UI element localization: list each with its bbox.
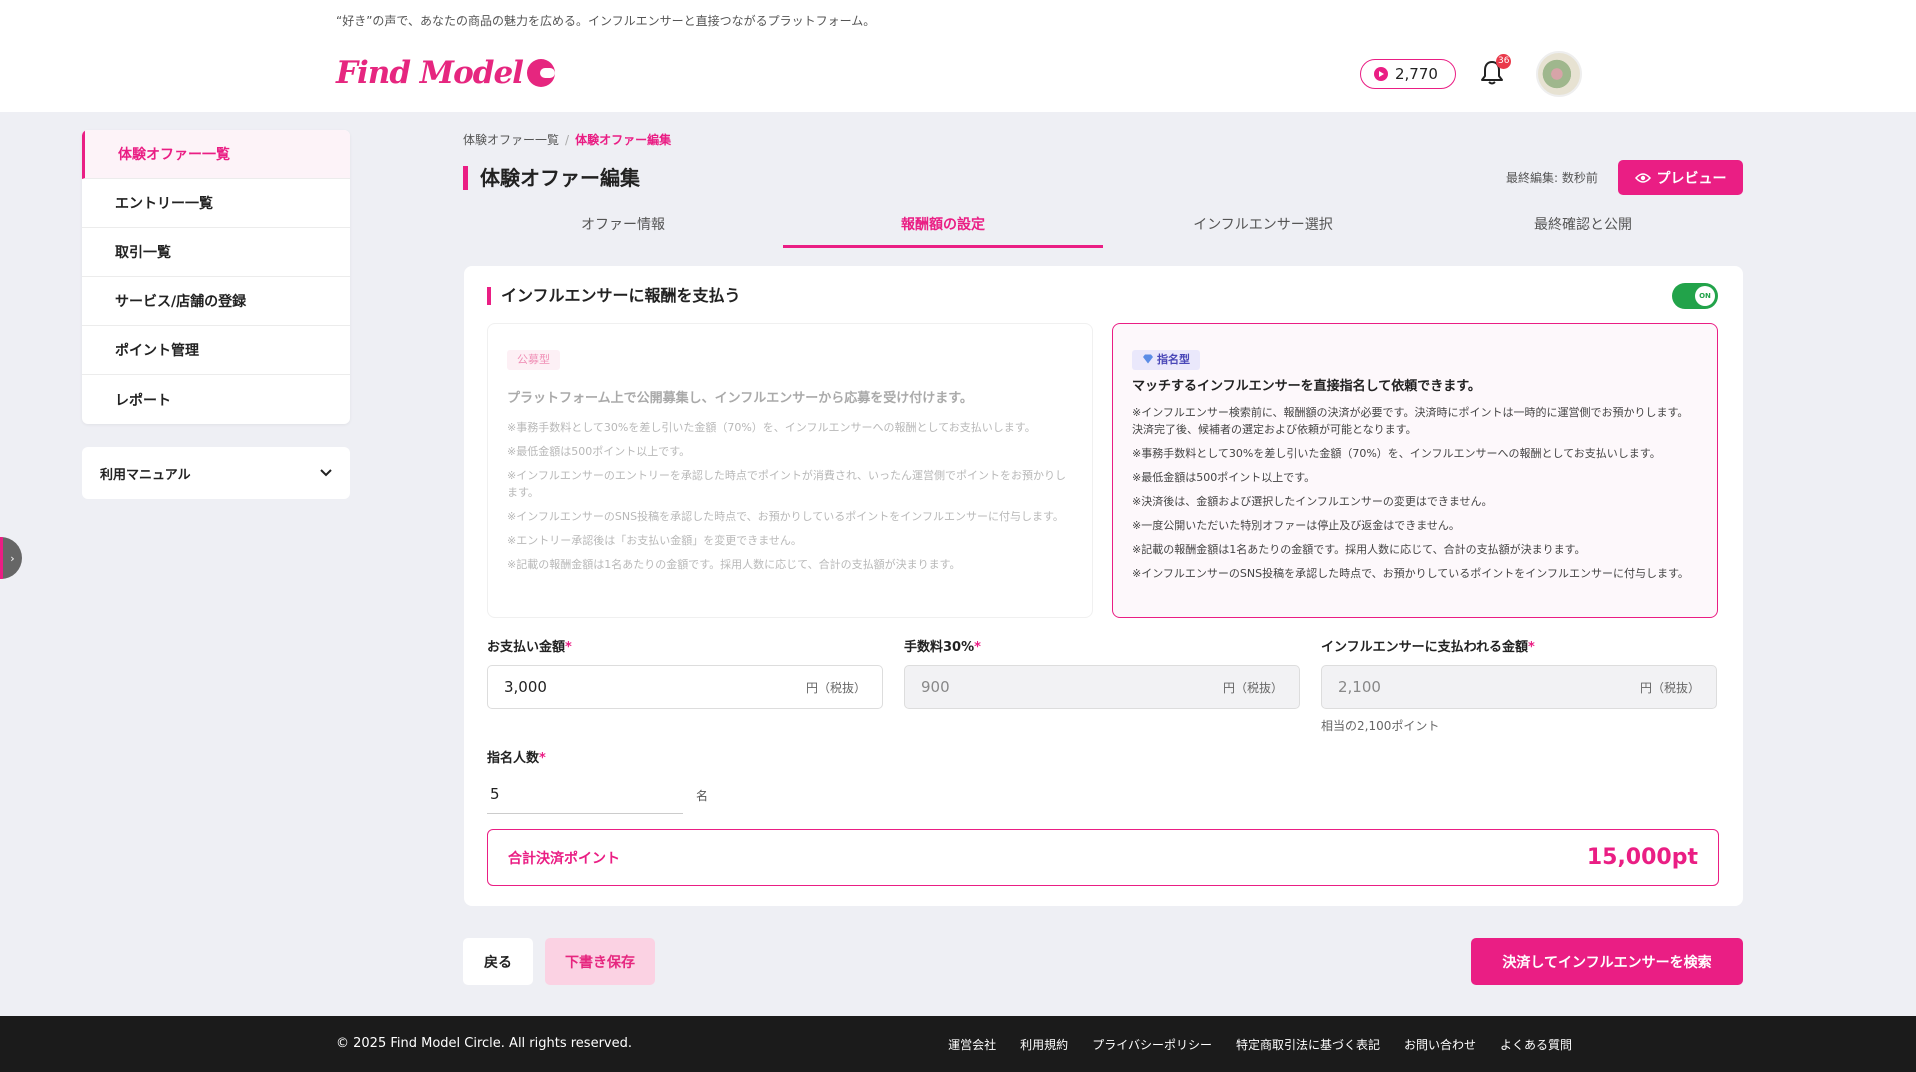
- section-title: インフルエンサーに報酬を支払う: [487, 287, 741, 305]
- header: “好き”の声で、あなたの商品の魅力を広める。インフルエンサーと直接つながるプラッ…: [0, 0, 1916, 112]
- option-public[interactable]: 公募型 プラットフォーム上で公開募集し、インフルエンサーから応募を受け付けます。…: [487, 323, 1093, 618]
- footer-links: 運営会社 利用規約 プライバシーポリシー 特定商取引法に基づく表記 お問い合わせ…: [948, 1036, 1572, 1053]
- manual-dropdown[interactable]: 利用マニュアル: [82, 447, 350, 499]
- logo-text: Find Model: [336, 55, 524, 91]
- note: ※事務手数料として30%を差し引いた金額（70%）を、インフルエンサーへの報酬と…: [1132, 447, 1661, 460]
- note: ※インフルエンサー検索前に、報酬額の決済が必要です。決済時にポイントは一時的に運…: [1132, 406, 1689, 436]
- option-public-heading: プラットフォーム上で公開募集し、インフルエンサーから応募を受け付けます。: [507, 391, 973, 406]
- option-named-notes: ※インフルエンサー検索前に、報酬額の決済が必要です。決済時にポイントは一時的に運…: [1132, 404, 1698, 589]
- preview-button[interactable]: プレビュー: [1618, 160, 1743, 195]
- count-label: 指名人数*: [487, 751, 546, 766]
- influencer-amount-value: 2,100: [1338, 678, 1381, 696]
- reward-toggle[interactable]: ON: [1672, 283, 1718, 309]
- note: ※最低金額は500ポイント以上です。: [507, 445, 691, 458]
- sidebar-toggle-handle[interactable]: ›: [0, 537, 22, 579]
- note: ※記載の報酬金額は1名あたりの金額です。採用人数に応じて、合計の支払額が決まりま…: [1132, 543, 1586, 556]
- tab-offer-info[interactable]: オファー情報: [463, 212, 783, 248]
- sidebar-item-transactions[interactable]: 取引一覧: [82, 228, 350, 277]
- option-named-heading: マッチするインフルエンサーを直接指名して依頼できます。: [1132, 379, 1481, 394]
- total-points-box: 合計決済ポイント 15,000pt: [487, 829, 1719, 886]
- breadcrumb-separator: /: [565, 133, 570, 147]
- count-input[interactable]: 5: [487, 776, 683, 814]
- fee-value: 900: [921, 678, 950, 696]
- breadcrumb-parent[interactable]: 体験オファー一覧: [463, 133, 559, 147]
- tagline: “好き”の声で、あなたの商品の魅力を広める。インフルエンサーと直接つながるプラッ…: [336, 14, 876, 28]
- payment-value: 3,000: [504, 678, 547, 696]
- payment-unit: 円（税抜）: [805, 680, 866, 695]
- breadcrumb: 体験オファー一覧 / 体験オファー編集: [463, 131, 671, 148]
- last-edited: 最終編集: 数秒前: [1506, 171, 1598, 185]
- footer-link-commerce-law[interactable]: 特定商取引法に基づく表記: [1236, 1036, 1380, 1053]
- eye-icon: [1634, 172, 1651, 183]
- chevron-right-icon: ›: [10, 551, 15, 565]
- tab-final-confirmation[interactable]: 最終確認と公開: [1423, 212, 1743, 248]
- tab-reward-settings[interactable]: 報酬額の設定: [783, 212, 1103, 248]
- point-coin-icon: [1374, 67, 1388, 81]
- sidebar-item-reports[interactable]: レポート: [82, 375, 350, 424]
- fee-unit: 円（税抜）: [1222, 680, 1283, 695]
- note: ※インフルエンサーのSNS投稿を承認した時点で、お預かりしているポイントをインフ…: [507, 510, 1064, 523]
- chevron-down-icon: [320, 469, 332, 477]
- sidebar-item-points[interactable]: ポイント管理: [82, 326, 350, 375]
- note: ※インフルエンサーのエントリーを承認した時点でポイントが消費され、いったん運営側…: [507, 469, 1066, 499]
- fee-label: 手数料30%*: [904, 640, 981, 655]
- footer-link-faq[interactable]: よくある質問: [1500, 1036, 1572, 1053]
- payment-label: お支払い金額*: [487, 640, 572, 655]
- sidebar-menu: 体験オファー一覧 エントリー一覧 取引一覧 サービス/店舗の登録 ポイント管理 …: [82, 130, 350, 424]
- step-tabs: オファー情報 報酬額の設定 インフルエンサー選択 最終確認と公開: [463, 212, 1743, 248]
- logo[interactable]: Find Model: [336, 55, 555, 91]
- influencer-amount-input: 2,100 円（税抜）: [1321, 665, 1717, 709]
- badge-public: 公募型: [507, 350, 560, 370]
- copyright: © 2025 Find Model Circle. All rights res…: [336, 1036, 632, 1051]
- footer-link-terms[interactable]: 利用規約: [1020, 1036, 1068, 1053]
- back-button[interactable]: 戻る: [463, 938, 533, 985]
- sidebar-item-entries[interactable]: エントリー一覧: [82, 179, 350, 228]
- pay-and-search-button[interactable]: 決済してインフルエンサーを検索: [1471, 938, 1743, 985]
- note: ※決済後は、金額および選択したインフルエンサーの変更はできません。: [1132, 495, 1493, 508]
- breadcrumb-current: 体験オファー編集: [575, 133, 672, 147]
- points-value: 2,770: [1395, 65, 1438, 83]
- sidebar-item-service-registration[interactable]: サービス/店舗の登録: [82, 277, 350, 326]
- notification-badge: 36: [1496, 54, 1512, 69]
- badge-named: 指名型: [1132, 350, 1200, 370]
- preview-label: プレビュー: [1656, 170, 1727, 187]
- option-public-notes: ※事務手数料として30%を差し引いた金額（70%）を、インフルエンサーへの報酬と…: [507, 419, 1073, 580]
- fee-input: 900 円（税抜）: [904, 665, 1300, 709]
- manual-label: 利用マニュアル: [100, 467, 191, 483]
- note: ※記載の報酬金額は1名あたりの金額です。採用人数に応じて、合計の支払額が決まりま…: [507, 558, 961, 571]
- influencer-amount-unit: 円（税抜）: [1639, 680, 1700, 695]
- total-label: 合計決済ポイント: [508, 850, 620, 867]
- influencer-amount-label: インフルエンサーに支払われる金額*: [1321, 640, 1535, 655]
- points-equivalent-hint: 相当の2,100ポイント: [1321, 719, 1440, 733]
- logo-mark-icon: [526, 59, 555, 87]
- badge-named-label: 指名型: [1157, 353, 1190, 366]
- footer-link-privacy[interactable]: プライバシーポリシー: [1092, 1036, 1212, 1053]
- avatar[interactable]: [1536, 51, 1582, 97]
- option-named[interactable]: 指名型 マッチするインフルエンサーを直接指名して依頼できます。 ※インフルエンサ…: [1112, 323, 1718, 618]
- payment-input[interactable]: 3,000 円（税抜）: [487, 665, 883, 709]
- note: ※最低金額は500ポイント以上です。: [1132, 471, 1316, 484]
- total-value: 15,000pt: [1586, 845, 1698, 870]
- tab-influencer-selection[interactable]: インフルエンサー選択: [1103, 212, 1423, 248]
- note: ※インフルエンサーのSNS投稿を承認した時点で、お預かりしているポイントをインフ…: [1132, 567, 1689, 580]
- save-draft-button[interactable]: 下書き保存: [545, 938, 655, 985]
- points-balance[interactable]: 2,770: [1360, 59, 1456, 89]
- footer-link-company[interactable]: 運営会社: [948, 1036, 996, 1053]
- note: ※事務手数料として30%を差し引いた金額（70%）を、インフルエンサーへの報酬と…: [507, 421, 1036, 434]
- diamond-icon: [1143, 354, 1153, 364]
- footer: © 2025 Find Model Circle. All rights res…: [0, 1016, 1916, 1072]
- page-title: 体験オファー編集: [463, 166, 640, 190]
- reward-card: インフルエンサーに報酬を支払う ON 公募型 プラットフォーム上で公開募集し、イ…: [464, 266, 1743, 906]
- count-unit: 名: [696, 789, 709, 803]
- footer-link-contact[interactable]: お問い合わせ: [1404, 1036, 1476, 1053]
- toggle-knob: ON: [1695, 286, 1715, 306]
- note: ※一度公開いただいた特別オファーは停止及び返金はできません。: [1132, 519, 1460, 532]
- note: ※エントリー承認後は「お支払い金額」を変更できません。: [507, 534, 802, 547]
- sidebar-item-offers[interactable]: 体験オファー一覧: [82, 130, 350, 179]
